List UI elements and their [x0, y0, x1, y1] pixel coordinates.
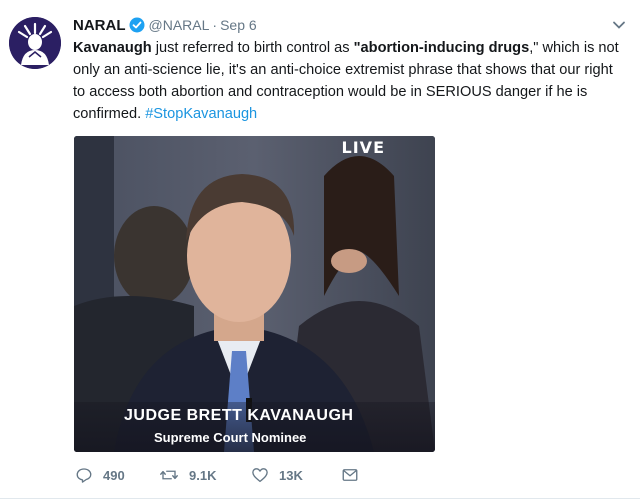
retweet-button[interactable]: 9.1K: [159, 463, 216, 487]
author-handle[interactable]: @NARAL: [149, 17, 210, 33]
text-bold-kavanaugh: Kavanaugh: [73, 40, 152, 56]
direct-message-icon: [342, 469, 358, 481]
caption-bar: JUDGE BRETT KAVANAUGH Supreme Court Nomi…: [74, 402, 435, 452]
avatar[interactable]: [9, 17, 61, 69]
tweet-date[interactable]: Sep 6: [220, 17, 257, 33]
caption-title: JUDGE BRETT KAVANAUGH: [124, 407, 354, 424]
like-icon: [252, 468, 268, 483]
like-button[interactable]: 13K: [251, 463, 303, 487]
reply-button[interactable]: 490: [75, 463, 125, 487]
tweet-header: NARAL @NARAL · Sep 6: [73, 14, 613, 36]
like-count: 13K: [279, 467, 303, 483]
separator-dot: ·: [212, 17, 218, 33]
tweet-media-video[interactable]: LIVE JUDGE BRETT KAVANAUGH Supreme Court…: [74, 136, 435, 452]
text-bold-quote: "abortion-inducing drugs: [353, 40, 530, 56]
chevron-down-icon[interactable]: [612, 18, 626, 32]
live-badge: LIVE: [341, 138, 385, 157]
author-name[interactable]: NARAL: [73, 17, 126, 34]
hashtag-link[interactable]: #StopKavanaugh: [145, 106, 257, 122]
tweet-card[interactable]: NARAL @NARAL · Sep 6 Kavanaugh just referre…: [0, 0, 640, 499]
direct-message-button[interactable]: [341, 463, 369, 487]
reply-count: 490: [103, 467, 125, 483]
retweet-icon: [160, 470, 178, 480]
reply-icon: [76, 468, 92, 483]
text-segment: just referred to birth control as: [151, 40, 354, 56]
caption-subtitle: Supreme Court Nominee: [154, 430, 307, 445]
retweet-count: 9.1K: [189, 467, 217, 483]
statue-of-liberty-logo: [9, 17, 61, 69]
tweet-actions: 490 9.1K 13K: [75, 463, 475, 487]
tweet-text: Kavanaugh just referred to birth control…: [73, 37, 628, 125]
